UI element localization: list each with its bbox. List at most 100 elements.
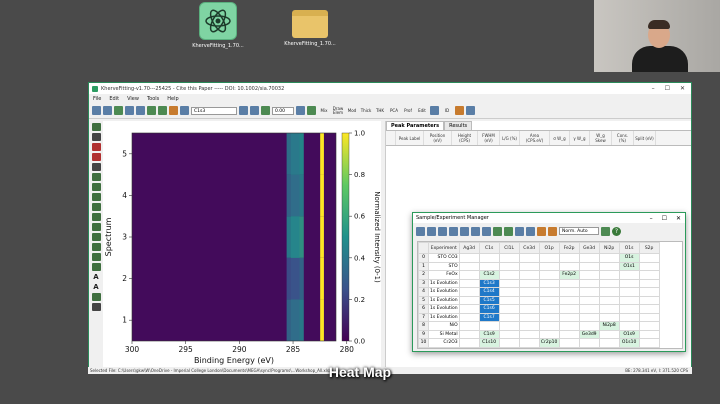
core-level-cell[interactable] bbox=[558, 329, 580, 339]
core-level-cell[interactable]: C1s7 bbox=[478, 312, 500, 322]
dlg-paste-icon[interactable] bbox=[449, 226, 458, 236]
shift-icon[interactable] bbox=[261, 106, 270, 115]
close-icon[interactable]: ✕ bbox=[680, 85, 685, 92]
core-level-cell[interactable] bbox=[538, 329, 560, 339]
core-level-cell[interactable] bbox=[498, 270, 520, 280]
grid-header[interactable]: C1s bbox=[478, 242, 500, 254]
core-level-cell[interactable] bbox=[618, 287, 640, 297]
dlg-heatmap-icon[interactable] bbox=[537, 226, 546, 236]
core-level-cell[interactable] bbox=[458, 312, 480, 322]
folder-desktop-icon[interactable]: KherveFitting_1.70... bbox=[278, 6, 342, 47]
grid-header[interactable]: Fe2p bbox=[558, 242, 580, 254]
text-large-icon[interactable]: A bbox=[93, 273, 98, 281]
experiment-name-cell[interactable]: NiO bbox=[428, 321, 460, 331]
core-level-cell[interactable] bbox=[458, 304, 480, 314]
core-level-cell[interactable] bbox=[638, 312, 660, 322]
core-level-cell[interactable] bbox=[538, 253, 560, 263]
shrink-icon[interactable] bbox=[91, 263, 101, 271]
core-level-cell[interactable] bbox=[478, 321, 500, 331]
core-level-cell[interactable]: C1s10 bbox=[478, 338, 500, 348]
tab-results[interactable]: Results bbox=[444, 121, 473, 130]
undo-icon[interactable] bbox=[125, 106, 134, 115]
tab-peak-parameters[interactable]: Peak Parameters bbox=[386, 121, 445, 130]
core-level-cell[interactable] bbox=[518, 261, 540, 271]
core-level-cell[interactable] bbox=[638, 278, 660, 288]
core-level-cell[interactable] bbox=[498, 321, 520, 331]
prev-icon[interactable] bbox=[239, 106, 248, 115]
dlg-add-icon[interactable] bbox=[460, 226, 469, 236]
core-level-cell[interactable] bbox=[538, 287, 560, 297]
core-level-cell[interactable] bbox=[518, 312, 540, 322]
grid-row[interactable]: 5 1s Evolution C1s5 bbox=[418, 295, 660, 305]
refresh-icon[interactable] bbox=[114, 106, 123, 115]
cursor-tool-icon[interactable] bbox=[91, 133, 101, 141]
core-level-cell[interactable]: Cr2p10 bbox=[538, 338, 560, 348]
core-level-cell[interactable] bbox=[598, 253, 620, 263]
export-icon[interactable] bbox=[169, 106, 178, 115]
row-number[interactable]: 10 bbox=[418, 338, 429, 348]
minimize-icon[interactable]: – bbox=[652, 85, 655, 92]
experiment-name-cell[interactable]: FeOx bbox=[428, 270, 460, 280]
core-level-cell[interactable] bbox=[618, 295, 640, 305]
remove-peak-icon[interactable] bbox=[91, 183, 101, 191]
dlg-move-icon[interactable] bbox=[482, 226, 491, 236]
row-number[interactable]: 3 bbox=[418, 278, 429, 288]
experiment-name-cell[interactable]: STO bbox=[428, 261, 460, 271]
baseline-icon[interactable] bbox=[91, 193, 101, 201]
core-level-cell[interactable] bbox=[498, 329, 520, 339]
core-level-cell[interactable] bbox=[578, 338, 600, 348]
core-level-cell[interactable] bbox=[518, 270, 540, 280]
core-level-cell[interactable] bbox=[498, 338, 520, 348]
core-level-cell[interactable] bbox=[598, 338, 620, 348]
mod-button[interactable]: Mod bbox=[346, 108, 358, 113]
zoom-out-tool-icon[interactable] bbox=[91, 153, 101, 161]
layout-icon[interactable] bbox=[466, 106, 475, 115]
core-level-cell[interactable] bbox=[578, 287, 600, 297]
core-level-cell[interactable]: O1s10 bbox=[618, 338, 640, 348]
down-arrow-icon[interactable] bbox=[91, 243, 101, 251]
core-level-cell[interactable] bbox=[578, 261, 600, 271]
dlg-open-icon[interactable] bbox=[416, 226, 425, 236]
grid-row[interactable]: 6 1s Evolution C1s6 bbox=[418, 304, 660, 314]
core-level-cell[interactable] bbox=[518, 321, 540, 331]
core-level-cell[interactable] bbox=[458, 261, 480, 271]
core-level-cell[interactable]: C1s9 bbox=[478, 329, 500, 339]
core-level-cell[interactable] bbox=[538, 295, 560, 305]
normalization-select[interactable]: Norm. Auto bbox=[559, 227, 599, 235]
maximize-icon[interactable]: ☐ bbox=[665, 85, 670, 92]
core-level-cell[interactable] bbox=[458, 287, 480, 297]
core-level-cell[interactable] bbox=[638, 338, 660, 348]
add-peak-icon[interactable] bbox=[91, 173, 101, 181]
core-level-cell[interactable] bbox=[538, 278, 560, 288]
save-icon[interactable] bbox=[103, 106, 112, 115]
grid-row[interactable]: 1 STO O1s1 bbox=[418, 261, 660, 271]
dlg-plot-icon[interactable] bbox=[515, 226, 524, 236]
core-level-cell[interactable] bbox=[458, 270, 480, 280]
core-level-cell[interactable] bbox=[538, 270, 560, 280]
fit-icon[interactable] bbox=[158, 106, 167, 115]
dlg-save-icon[interactable] bbox=[427, 226, 436, 236]
mix-button[interactable]: Mix bbox=[318, 108, 330, 113]
next-icon[interactable] bbox=[250, 106, 259, 115]
core-level-cell[interactable] bbox=[638, 304, 660, 314]
dlg-overlay-icon[interactable] bbox=[526, 226, 535, 236]
grid-header[interactable]: Ag3d bbox=[458, 242, 480, 254]
core-level-cell[interactable]: Fe2p2 bbox=[558, 270, 580, 280]
core-level-cell[interactable]: C1s2 bbox=[478, 270, 500, 280]
experiment-name-cell[interactable]: STO CO3 bbox=[428, 253, 460, 263]
menu-file[interactable]: File bbox=[93, 96, 101, 102]
core-level-cell[interactable] bbox=[538, 312, 560, 322]
core-level-cell[interactable] bbox=[478, 253, 500, 263]
core-level-cell[interactable] bbox=[638, 253, 660, 263]
zoom-icon[interactable] bbox=[180, 106, 189, 115]
grid-icon[interactable] bbox=[307, 106, 316, 115]
core-level-cell[interactable]: Ni2p8 bbox=[598, 321, 620, 331]
row-number[interactable]: 8 bbox=[418, 321, 429, 331]
core-level-cell[interactable] bbox=[638, 270, 660, 280]
menu-tools[interactable]: Tools bbox=[147, 96, 159, 102]
settings-icon[interactable] bbox=[430, 106, 439, 115]
core-level-cell[interactable] bbox=[498, 261, 520, 271]
grid-header[interactable]: Ni2p bbox=[598, 242, 620, 254]
grid-header[interactable]: Ge3d bbox=[578, 242, 600, 254]
dlg-settings-icon[interactable] bbox=[601, 226, 610, 236]
